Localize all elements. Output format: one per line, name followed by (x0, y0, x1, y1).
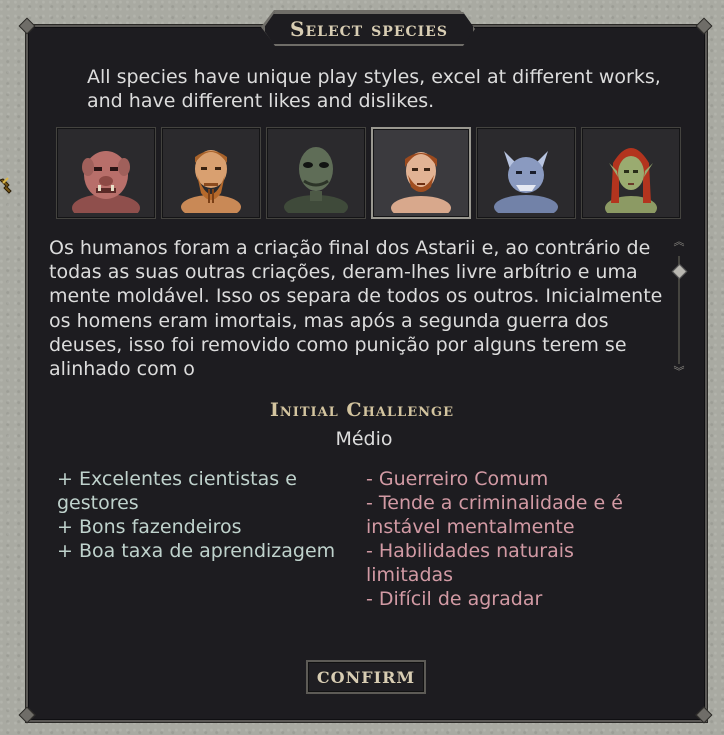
species-option-dwarf[interactable] (161, 127, 261, 219)
pros-list: + Excelentes cientistas e gestores + Bon… (57, 467, 347, 563)
title-plate: Select species (263, 12, 475, 46)
challenge-heading: Initial Challenge (269, 399, 455, 421)
species-portrait-row (56, 127, 681, 219)
con-item: - Habilidades naturais limitadas (366, 540, 574, 586)
species-option-elf[interactable] (581, 127, 681, 219)
beast-portrait-icon (494, 151, 558, 213)
species-option-human[interactable] (371, 127, 471, 219)
dwarf-portrait-icon (181, 150, 241, 213)
intro-text: All species have unique play styles, exc… (87, 66, 661, 112)
species-description: Os humanos foram a criação final dos Ast… (49, 237, 663, 381)
description-scrollbar[interactable]: ︽ ︾ (671, 236, 688, 384)
pro-item: + Excelentes cientistas e gestores (57, 468, 297, 514)
dialog-title: Select species (290, 17, 448, 41)
con-item: - Difícil de agradar (366, 588, 543, 610)
species-option-orc[interactable] (56, 127, 156, 219)
pro-item: + Boa taxa de aprendizagem (57, 540, 336, 562)
scroll-thumb[interactable] (671, 263, 688, 280)
reptilian-portrait-icon (284, 147, 348, 213)
cons-list: - Guerreiro Comum - Tende a criminalidad… (366, 467, 666, 611)
orc-portrait-icon (72, 151, 140, 213)
scroll-down-icon[interactable]: ︾ (672, 366, 686, 384)
con-item: - Tende a criminalidade e é instável men… (366, 492, 623, 538)
confirm-button[interactable]: CONFIRM (306, 660, 426, 694)
con-item: - Guerreiro Comum (366, 468, 549, 490)
sword-cursor-icon (0, 177, 12, 194)
challenge-value: Médio (335, 428, 393, 450)
human-portrait-icon (391, 152, 451, 213)
species-option-beast[interactable] (476, 127, 576, 219)
pro-item: + Bons fazendeiros (57, 516, 242, 538)
scroll-up-icon[interactable]: ︽ (672, 236, 686, 254)
elf-portrait-icon (605, 148, 657, 213)
species-option-reptilian[interactable] (266, 127, 366, 219)
